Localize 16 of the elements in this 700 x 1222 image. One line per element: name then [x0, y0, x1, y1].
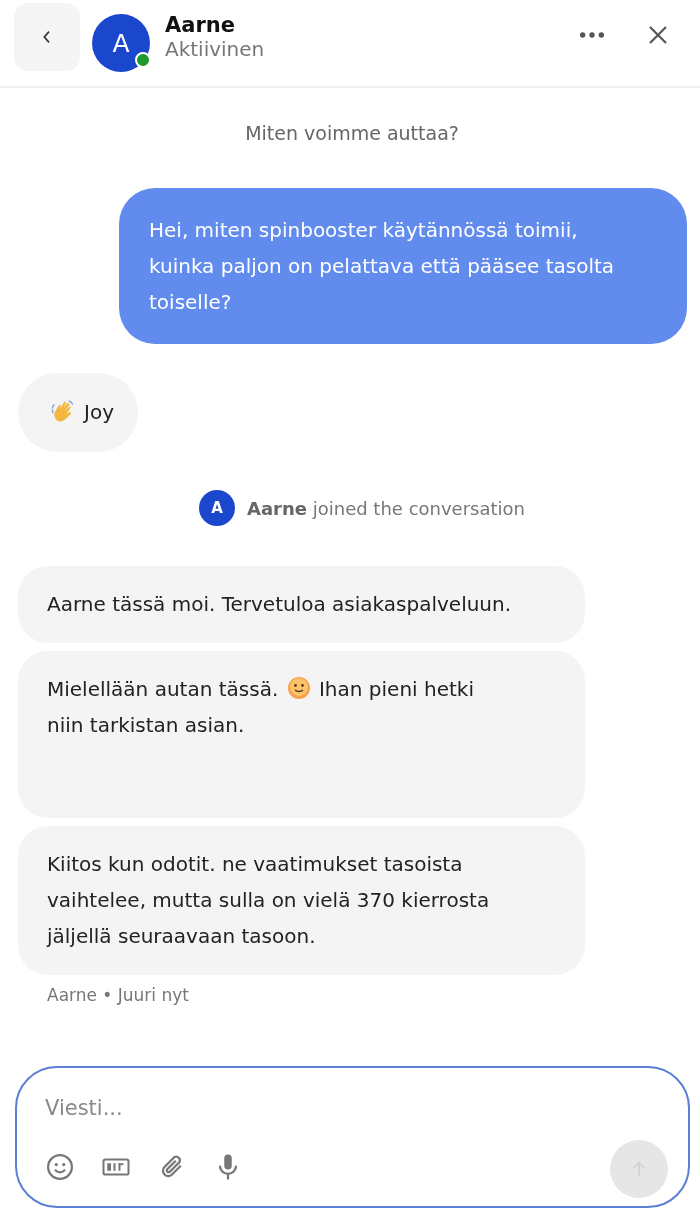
- message-text: Mielellään autan tässä.: [47, 677, 279, 701]
- message-input[interactable]: Viesti...: [45, 1096, 668, 1120]
- message-text: Joy: [84, 399, 114, 426]
- prompt-text: Miten voimme auttaa?: [245, 122, 459, 144]
- agent-name: Aarne: [165, 13, 236, 37]
- message-text: Aarne tässä moi. Tervetuloa asiakaspalveluun.: [47, 592, 512, 616]
- smiley-icon: [286, 676, 311, 700]
- message-meta: Aarne • Juuri nyt: [47, 985, 190, 1005]
- avatar: A: [92, 14, 150, 72]
- event-text: Aarne joined the conversation: [247, 497, 525, 519]
- message-text: Ihan pieni hetki: [318, 677, 474, 701]
- message-text: Hei, miten spinbooster käytännössä toimii, kuinka paljon on pelattava että pääsee tasolta toiselle?: [149, 218, 615, 314]
- message-text: Kiitos kun odotit. ne vaatimukset tasoista vaihtelee, mutta sulla on vielä 370 kierrosta jäljellä seuraavaan tasoon.: [47, 852, 490, 948]
- avatar: A: [199, 490, 235, 526]
- message-text: niin tarkistan asian.: [47, 713, 245, 737]
- agent-status: Aktiivinen: [165, 37, 266, 61]
